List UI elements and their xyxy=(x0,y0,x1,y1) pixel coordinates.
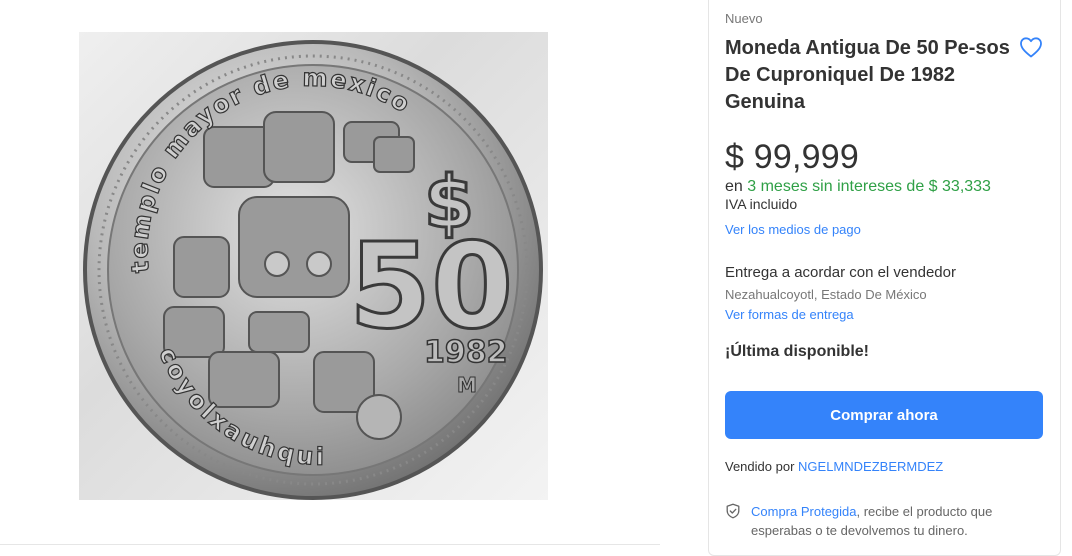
coin-year: 1982 xyxy=(424,335,508,370)
purchase-protection: Compra Protegida, recibe el producto que… xyxy=(725,502,1025,540)
tax-note: IVA incluido xyxy=(725,196,798,212)
stock-status: ¡Última disponible! xyxy=(725,343,869,360)
condition-label: Nuevo xyxy=(725,11,763,26)
product-title: Moneda Antigua De 50 Pe-sos De Cuproniqu… xyxy=(725,37,1010,113)
protection-link[interactable]: Compra Protegida xyxy=(751,504,857,519)
buy-now-button[interactable]: Comprar ahora xyxy=(725,391,1043,439)
protection-text: Compra Protegida, recibe el producto que… xyxy=(725,502,1025,540)
gallery-divider xyxy=(0,544,660,545)
installments-highlight: 3 meses sin intereses de $ 33,333 xyxy=(747,178,991,195)
payment-methods-link[interactable]: Ver los medios de pago xyxy=(725,222,861,237)
coin-mint-mark: M xyxy=(457,373,477,397)
product-image[interactable]: $ 50 1982 M templo mayor de mexico coyol… xyxy=(79,32,548,500)
seller-prefix: Vendido por xyxy=(725,459,795,474)
installments-info: en 3 meses sin intereses de $ 33,333 xyxy=(725,178,991,196)
seller-name-link[interactable]: NGELMNDEZBERMDEZ xyxy=(798,459,943,474)
seller-location: Nezahualcoyotl, Estado De México xyxy=(725,287,927,302)
product-price: $ 99,999 xyxy=(725,138,859,176)
coin-illustration: $ 50 1982 M templo mayor de mexico coyol… xyxy=(83,40,543,500)
delivery-title: Entrega a acordar con el vendedor xyxy=(725,264,956,281)
installments-prefix: en xyxy=(725,178,743,195)
image-gallery: $ 50 1982 M templo mayor de mexico coyol… xyxy=(0,0,660,548)
shield-check-icon xyxy=(725,503,741,519)
heart-outline-icon[interactable] xyxy=(1019,36,1043,58)
seller-info: Vendido por NGELMNDEZBERMDEZ xyxy=(725,459,943,474)
delivery-options-link[interactable]: Ver formas de entrega xyxy=(725,307,854,322)
